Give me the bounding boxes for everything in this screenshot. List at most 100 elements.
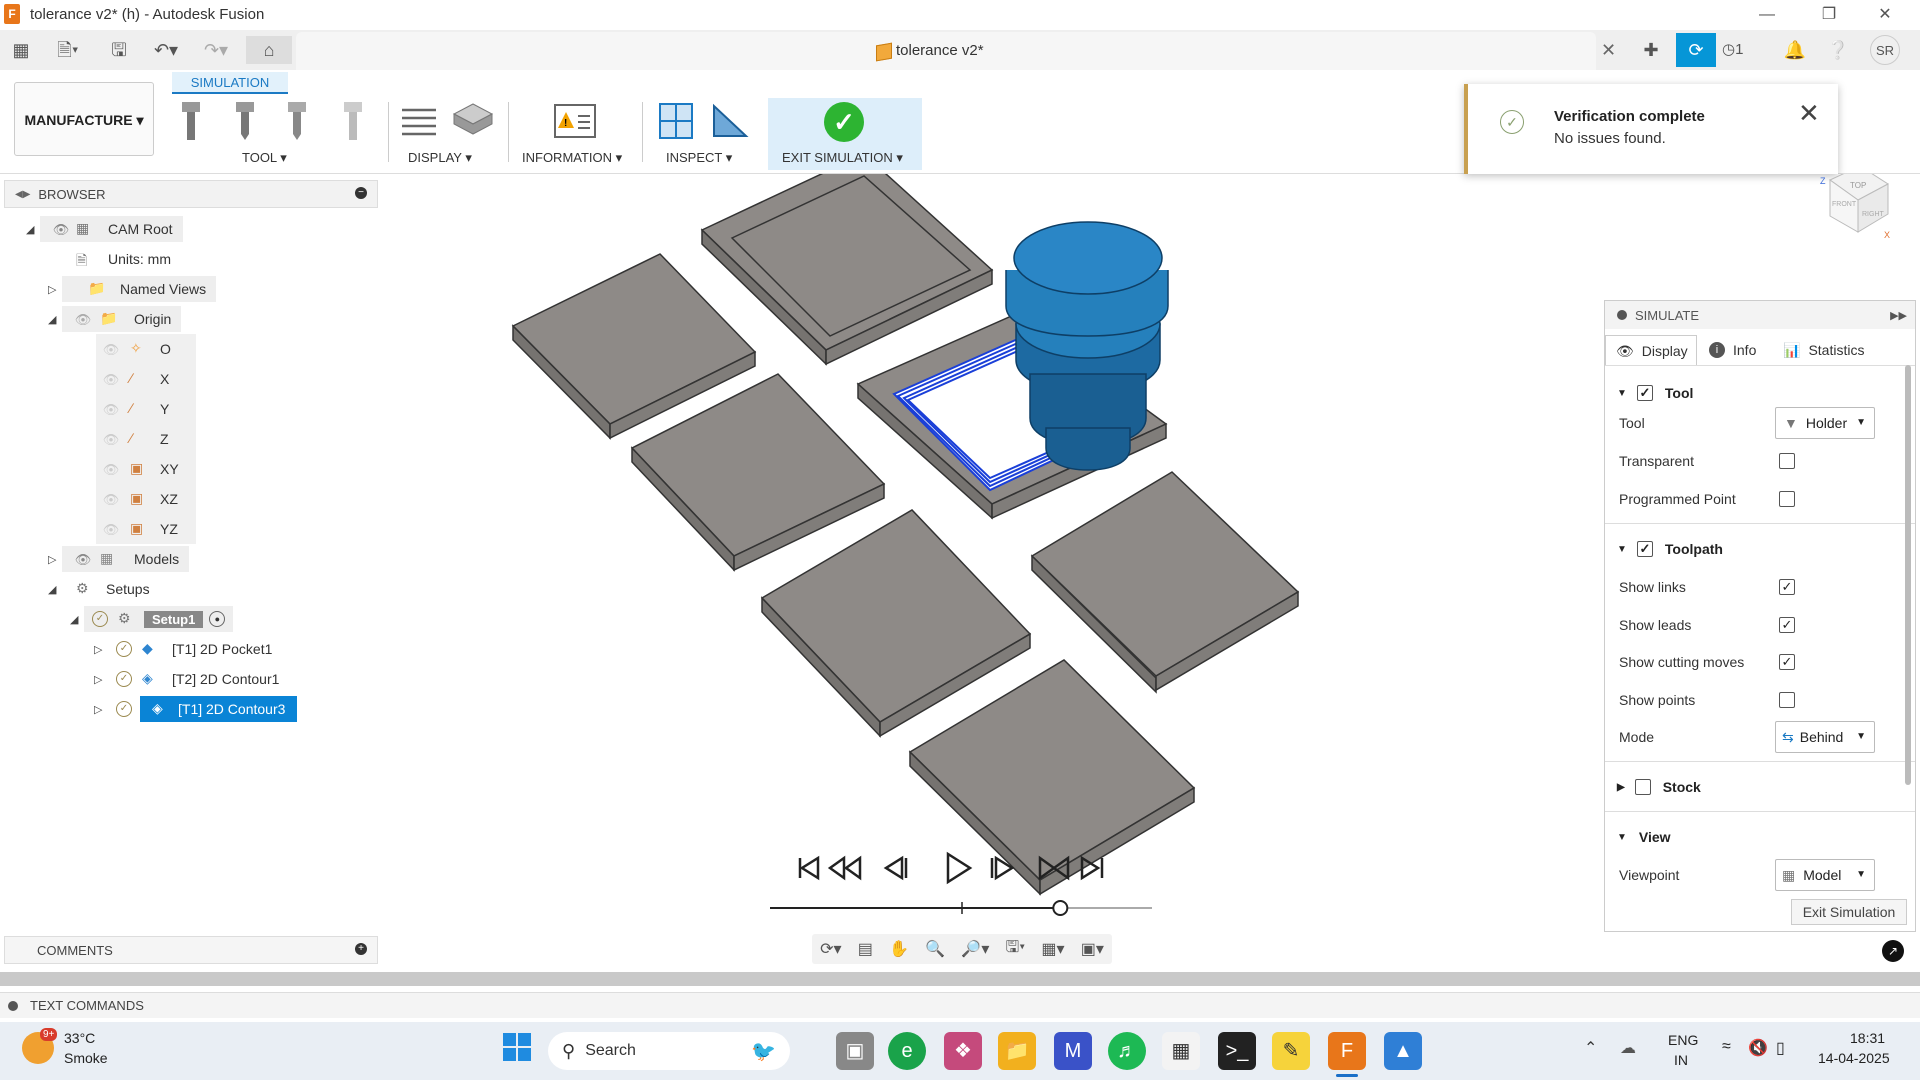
viewpoint-dropdown[interactable]: ▦ Model ▼ xyxy=(1775,859,1875,891)
display-group-label[interactable]: DISPLAY ▾ xyxy=(408,150,472,166)
expanded-triangle-icon[interactable]: ◢ xyxy=(48,313,62,326)
viewports-icon[interactable]: ▣▾ xyxy=(1081,939,1104,959)
tool-group-label[interactable]: TOOL ▾ xyxy=(242,150,287,166)
exit-simulation-button[interactable]: Exit Simulation xyxy=(1791,899,1907,925)
simulate-header[interactable]: SIMULATE ▶▶ xyxy=(1605,301,1915,329)
network-off-icon[interactable]: ☁ xyxy=(1620,1038,1636,1058)
spotify-icon[interactable]: ♬ xyxy=(1108,1032,1146,1070)
tab-display[interactable]: 👁 Display xyxy=(1605,335,1697,365)
close-window-button[interactable]: ✕ xyxy=(1862,2,1908,28)
tree-models[interactable]: ▷ 👁 ▦ Models xyxy=(48,544,190,574)
view-section-header[interactable]: ▼ View xyxy=(1617,829,1671,845)
tree-units[interactable]: 🗎 Units: mm xyxy=(76,244,171,274)
show-points-checkbox[interactable] xyxy=(1779,692,1795,708)
browser-minimize-icon[interactable]: − xyxy=(355,187,367,199)
weather-temp[interactable]: 33°C xyxy=(64,1030,95,1046)
redo-icon[interactable]: ↷▾ xyxy=(196,36,236,64)
show-links-checkbox[interactable]: ✓ xyxy=(1779,579,1795,595)
chat-icon[interactable]: ↗ xyxy=(1882,940,1904,962)
clock-date[interactable]: 14-04-2025 xyxy=(1818,1050,1890,1066)
close-toast-icon[interactable]: ✕ xyxy=(1798,98,1820,129)
collapsed-triangle-icon[interactable]: ▷ xyxy=(94,643,108,656)
visibility-eye-icon[interactable]: 👁 xyxy=(50,222,72,237)
show-leads-checkbox[interactable]: ✓ xyxy=(1779,617,1795,633)
store-icon[interactable]: ▦ xyxy=(1162,1032,1200,1070)
lang-top[interactable]: ENG xyxy=(1668,1032,1698,1048)
previous-operation-icon[interactable] xyxy=(827,855,862,881)
clock-time[interactable]: 18:31 xyxy=(1850,1030,1885,1046)
notifications-icon[interactable]: 🔔 xyxy=(1780,33,1810,67)
add-comment-icon[interactable]: + xyxy=(355,943,367,955)
document-tab[interactable]: tolerance v2* ✕ xyxy=(296,32,1616,70)
expand-panel-icon[interactable]: ▶▶ xyxy=(1890,309,1907,322)
file-menu-icon[interactable]: 🗎▾ xyxy=(48,36,88,64)
expanded-triangle-icon[interactable]: ◢ xyxy=(26,223,40,236)
pan-icon[interactable]: ✋ xyxy=(889,939,909,959)
zoom-icon[interactable]: 🔍 xyxy=(925,939,945,959)
terminal-icon[interactable]: >_ xyxy=(1218,1032,1256,1070)
browser-header[interactable]: ◀▶ BROWSER − xyxy=(4,180,378,208)
timeline-scrubber[interactable] xyxy=(1052,900,1069,916)
tree-op-pocket1[interactable]: ▷ ✓ ◆ [T1] 2D Pocket1 xyxy=(94,634,272,664)
job-status[interactable]: ◷ 1 xyxy=(1722,33,1762,67)
look-at-icon[interactable]: ▤ xyxy=(858,939,873,959)
origin-item-o[interactable]: 👁 ✧ O xyxy=(100,334,171,364)
visibility-eye-icon[interactable]: 👁 xyxy=(100,402,122,417)
tool-dropdown[interactable]: ▼ Holder ▼ xyxy=(1775,407,1875,439)
browser-collapse-icon[interactable]: ◀▶ xyxy=(15,189,30,200)
viewcube[interactable]: TOP FRONT RIGHT Z X xyxy=(1820,174,1890,240)
edge-icon[interactable]: e xyxy=(888,1032,926,1070)
tool-ballmill-icon[interactable] xyxy=(232,100,258,142)
expanded-triangle-icon[interactable]: ◢ xyxy=(48,583,62,596)
tab-statistics[interactable]: 📊 Statistics xyxy=(1777,335,1887,365)
mode-dropdown[interactable]: ⇆ Behind ▼ xyxy=(1775,721,1875,753)
show-cutting-moves-checkbox[interactable]: ✓ xyxy=(1779,654,1795,670)
lang-bottom[interactable]: IN xyxy=(1674,1052,1688,1068)
fusion-taskbar-icon[interactable]: F xyxy=(1328,1032,1366,1070)
tool-section-header[interactable]: ▼ ✓ Tool xyxy=(1617,385,1693,401)
orbit-icon[interactable]: ⟳▾ xyxy=(820,939,841,959)
visibility-eye-icon[interactable]: 👁 xyxy=(100,432,122,447)
display-lines-icon[interactable] xyxy=(400,104,438,138)
panel-scrollbar[interactable] xyxy=(1905,365,1911,785)
visibility-eye-icon[interactable]: 👁 xyxy=(100,372,122,387)
hidden-eye-icon[interactable]: 👁 xyxy=(72,312,94,327)
undo-icon[interactable]: ↶▾ xyxy=(146,36,186,64)
tree-setups[interactable]: ◢ ⚙ Setups xyxy=(48,574,150,604)
programmed-point-checkbox[interactable] xyxy=(1779,491,1795,507)
display-settings-icon[interactable]: 🖫▾ xyxy=(1006,936,1026,963)
copilot-icon[interactable]: ❖ xyxy=(944,1032,982,1070)
visibility-eye-icon[interactable]: 👁 xyxy=(100,522,122,537)
collapsed-triangle-icon[interactable]: ▷ xyxy=(48,553,62,566)
information-group-label[interactable]: INFORMATION ▾ xyxy=(522,150,622,166)
collapsed-triangle-icon[interactable]: ▷ xyxy=(94,673,108,686)
visibility-eye-icon[interactable]: 👁 xyxy=(100,342,122,357)
grid-icon[interactable]: ▦▾ xyxy=(1041,939,1064,959)
collapsed-triangle-icon[interactable]: ▷ xyxy=(48,283,62,296)
tree-cam-root[interactable]: ◢ 👁 ▦ CAM Root xyxy=(26,214,183,244)
origin-item-xz[interactable]: 👁 ▣ XZ xyxy=(100,484,178,514)
stock-section-header[interactable]: ▶ Stock xyxy=(1617,779,1701,795)
display-stock-icon[interactable] xyxy=(452,100,494,140)
wifi-icon[interactable]: ≈ xyxy=(1722,1038,1731,1056)
origin-item-z[interactable]: 👁 ∕ Z xyxy=(100,424,169,454)
active-setup-icon[interactable]: ● xyxy=(209,611,226,627)
save-icon[interactable]: 🖫 xyxy=(104,36,134,64)
inspect-group-label[interactable]: INSPECT ▾ xyxy=(666,150,732,166)
help-icon[interactable]: ❔ xyxy=(1820,33,1856,67)
tab-simulation[interactable]: SIMULATION xyxy=(172,72,288,94)
task-view-icon[interactable]: ▣ xyxy=(836,1032,874,1070)
app-grid-icon[interactable]: ▦ xyxy=(6,36,36,64)
tool-holder-icon[interactable] xyxy=(340,100,366,142)
tool-section-checkbox[interactable]: ✓ xyxy=(1636,385,1653,401)
origin-item-xy[interactable]: 👁 ▣ XY xyxy=(100,454,179,484)
sticky-notes-icon[interactable]: ✎ xyxy=(1272,1032,1310,1070)
toolpath-section-checkbox[interactable]: ✓ xyxy=(1636,541,1653,557)
app-m-icon[interactable]: M xyxy=(1054,1032,1092,1070)
simulation-timeline[interactable] xyxy=(770,900,1152,916)
origin-item-x[interactable]: 👁 ∕ X xyxy=(100,364,170,394)
close-tab-icon[interactable]: ✕ xyxy=(1601,40,1616,61)
volume-muted-icon[interactable]: 🔇 xyxy=(1748,1038,1768,1058)
battery-icon[interactable]: ▯ xyxy=(1776,1038,1785,1058)
origin-item-y[interactable]: 👁 ∕ Y xyxy=(100,394,170,424)
